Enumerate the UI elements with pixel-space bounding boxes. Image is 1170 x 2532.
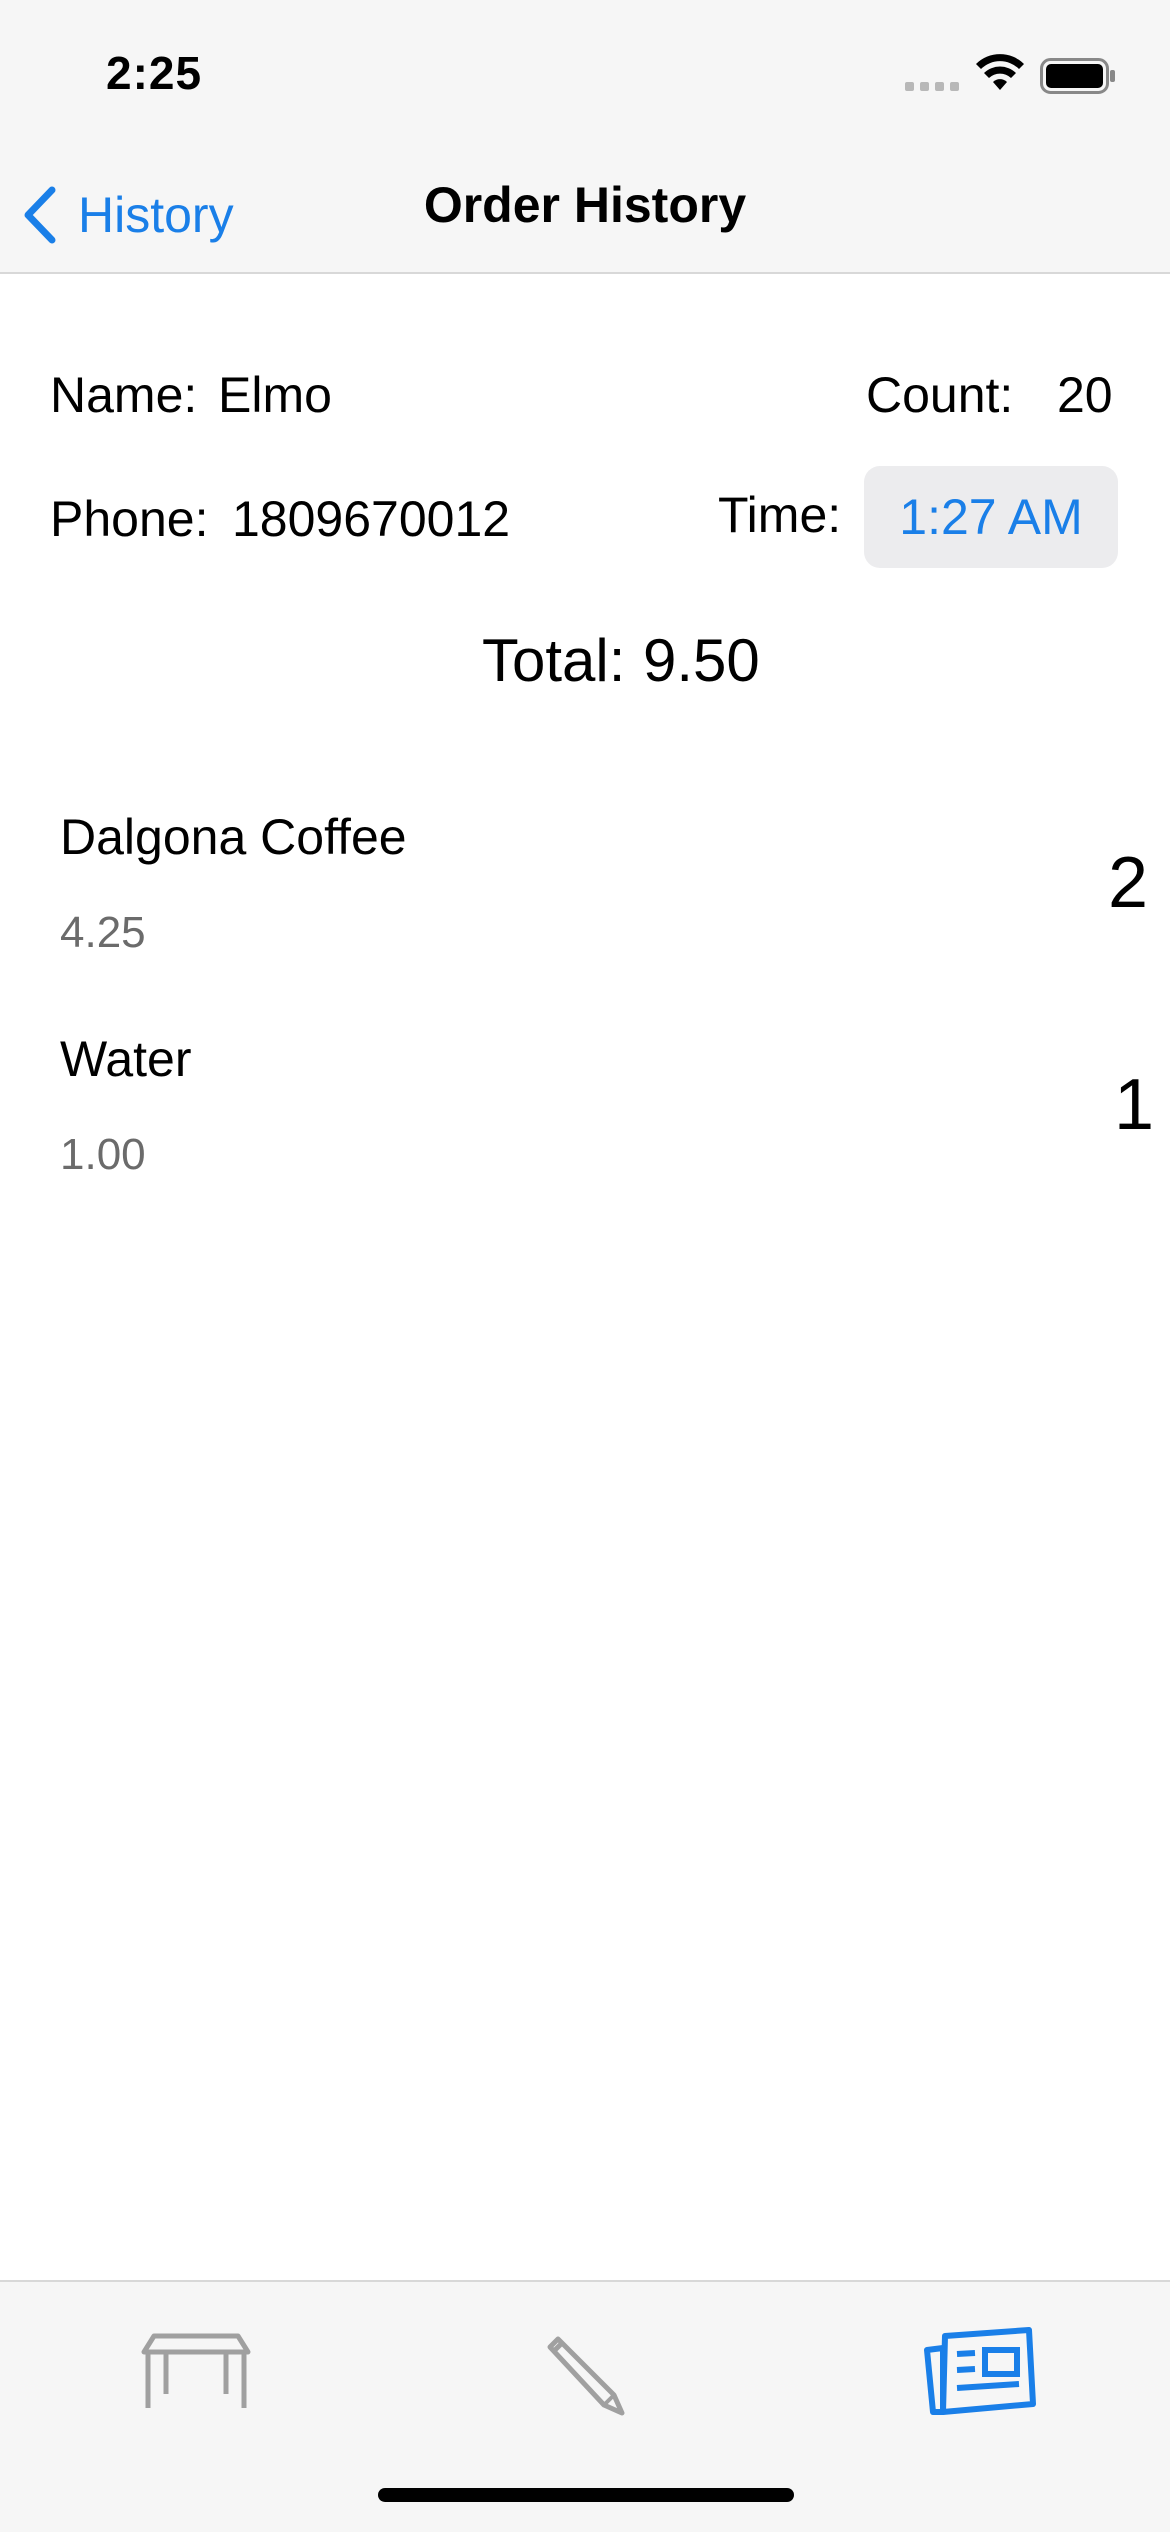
name-label: Name:	[50, 367, 198, 423]
item-price: 1.00	[60, 1130, 146, 1179]
page-title: Order History	[423, 177, 747, 233]
tab-history[interactable]	[900, 2312, 1060, 2432]
status-time: 2:25	[106, 47, 203, 99]
item-name: Water	[60, 1031, 192, 1087]
phone-value: 1809670012	[232, 491, 511, 547]
newspaper-icon	[924, 2327, 1036, 2415]
time-picker-button[interactable]: 1:27 AM	[864, 466, 1118, 568]
item-name: Dalgona Coffee	[60, 809, 407, 865]
battery-icon	[1040, 58, 1115, 94]
home-indicator[interactable]	[378, 2488, 794, 2502]
total-label: Total:	[482, 627, 626, 694]
table-icon	[141, 2333, 251, 2408]
name-value: Elmo	[218, 367, 332, 423]
item-price: 4.25	[60, 908, 146, 957]
count-label: Count:	[866, 367, 1014, 423]
status-bar: 2:25	[0, 0, 1170, 140]
item-quantity: 1	[1114, 1065, 1155, 1145]
navigation-bar: History Order History	[0, 140, 1170, 274]
item-quantity: 2	[1108, 843, 1149, 923]
cellular-signal-icon	[905, 82, 959, 91]
tab-order[interactable]	[505, 2312, 665, 2432]
time-value: 1:27 AM	[899, 489, 1083, 545]
total-value: 9.50	[643, 627, 760, 694]
time-label: Time:	[718, 487, 842, 543]
count-value: 20	[1057, 367, 1113, 423]
phone-label: Phone:	[50, 491, 209, 547]
tab-tables[interactable]	[116, 2312, 276, 2432]
pencil-icon	[547, 2336, 625, 2416]
screen: 2:25 History Order History Name: Elmo Co…	[0, 0, 1170, 2532]
wifi-icon	[976, 54, 1024, 90]
